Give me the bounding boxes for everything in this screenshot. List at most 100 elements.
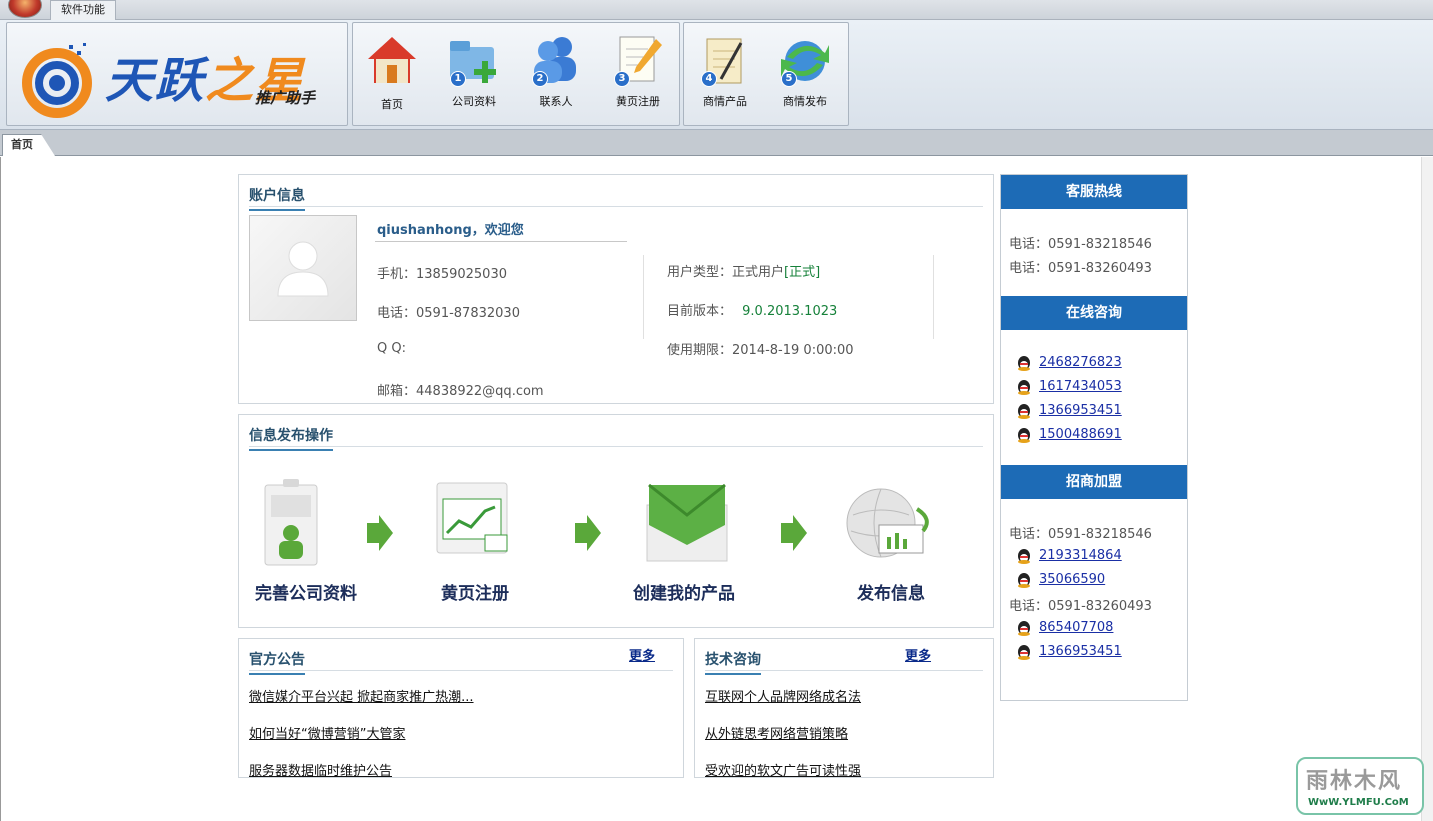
qq-penguin-icon	[1017, 620, 1031, 636]
news-link[interactable]: 微信媒介平台兴起 掀起商家推广热潮...	[249, 686, 474, 705]
step-label[interactable]: 创建我的产品	[633, 579, 735, 604]
contacts-icon: 2	[528, 33, 584, 87]
folder-add-icon: 1	[446, 33, 502, 87]
ribbon: 天跃之星 推广助手 首页 1 公司资料 2 联系人 3 黄页注册 4 商情产品 …	[0, 20, 1433, 130]
qq-contact-link[interactable]: 35066590	[1017, 572, 1105, 588]
qq-contact-link[interactable]: 1500488691	[1017, 427, 1122, 443]
home-label: 首页	[381, 98, 403, 111]
step-number-badge: 3	[614, 71, 630, 87]
yellow-pages-label: 黄页注册	[616, 95, 660, 108]
franchise-phone: 电话：0591-83260493	[1009, 599, 1152, 614]
online-consult-header: 在线咨询	[1001, 296, 1187, 330]
business-publish-label: 商情发布	[783, 95, 827, 108]
qq-penguin-icon	[1017, 379, 1031, 395]
news-link[interactable]: 从外链思考网络营销策略	[705, 723, 848, 742]
divider	[249, 670, 673, 671]
qq-field: Q Q:	[377, 341, 406, 356]
qq-penguin-icon	[1017, 644, 1031, 660]
qq-contact-link[interactable]: 1366953451	[1017, 403, 1122, 419]
news-link[interactable]: 服务器数据临时维护公告	[249, 760, 392, 779]
brand-logo-icon	[22, 43, 92, 118]
toolbar-group-main: 首页 1 公司资料 2 联系人 3 黄页注册	[352, 22, 680, 126]
home-icon	[368, 37, 416, 83]
step-label[interactable]: 完善公司资料	[255, 579, 357, 604]
vertical-scrollbar[interactable]	[1421, 157, 1433, 821]
news-link[interactable]: 受欢迎的软文广告可读性强	[705, 760, 861, 779]
tech-consult-panel: 技术咨询 更多 互联网个人品牌网络成名法 从外链思考网络营销策略 受欢迎的软文广…	[694, 638, 994, 779]
user-type-field: 用户类型：正式用户[正式]	[667, 265, 821, 280]
more-link[interactable]: 更多	[629, 645, 655, 664]
divider	[933, 255, 934, 339]
company-info-button[interactable]: 1 公司资料	[439, 29, 509, 119]
hotline-phone: 电话：0591-83218546	[1009, 237, 1152, 252]
phone-field: 电话：0591-87832030	[377, 306, 520, 321]
divider	[705, 670, 983, 671]
avatar	[249, 215, 357, 321]
yellow-pages-chart-icon[interactable]	[429, 475, 521, 571]
panel-title: 信息发布操作	[249, 425, 333, 451]
company-profile-icon[interactable]	[261, 475, 321, 571]
expiry-field: 使用期限：2014-8-19 0:00:00	[667, 343, 854, 358]
arrow-right-icon	[367, 515, 393, 551]
tab-home[interactable]: 首页	[2, 134, 55, 156]
notepad-icon: 4	[697, 33, 753, 87]
version-field: 目前版本： 9.0.2013.1023	[667, 304, 838, 319]
account-info-panel: 账户信息 qiushanhong，欢迎您 手机：13859025030 电话：0…	[238, 174, 994, 404]
qq-contact-link[interactable]: 865407708	[1017, 620, 1113, 636]
watermark-text: 雨林木风	[1306, 769, 1403, 794]
divider	[375, 241, 627, 242]
step-label[interactable]: 发布信息	[857, 579, 925, 604]
panel-title: 技术咨询	[705, 649, 761, 675]
arrow-right-icon	[575, 515, 601, 551]
news-link[interactable]: 如何当好“微博营销”大管家	[249, 723, 405, 742]
edit-page-icon: 3	[610, 33, 666, 87]
menu-bar: 软件功能	[0, 0, 1433, 20]
business-publish-button[interactable]: 5 商情发布	[770, 29, 840, 119]
qq-penguin-icon	[1017, 427, 1031, 443]
announcements-panel: 官方公告 更多 微信媒介平台兴起 掀起商家推广热潮... 如何当好“微博营销”大…	[238, 638, 684, 779]
publish-icon: 5	[777, 33, 833, 87]
home-button[interactable]: 首页	[357, 29, 427, 119]
step-number-badge: 5	[781, 71, 797, 87]
qq-contact-link[interactable]: 2468276823	[1017, 355, 1122, 371]
watermark-url: WwW.YLMFU.CoM	[1308, 797, 1409, 808]
more-link[interactable]: 更多	[905, 645, 931, 664]
logo-panel: 天跃之星 推广助手	[6, 22, 348, 126]
divider	[643, 255, 644, 339]
franchise-phone: 电话：0591-83218546	[1009, 527, 1152, 542]
brand-tagline: 推广助手	[255, 89, 316, 107]
business-products-label: 商情产品	[703, 95, 747, 108]
support-sidebar: 客服热线 电话：0591-83218546 电话：0591-83260493 在…	[1000, 174, 1188, 701]
arrow-right-icon	[781, 515, 807, 551]
news-link[interactable]: 互联网个人品牌网络成名法	[705, 686, 861, 705]
app-menu-button[interactable]	[8, 0, 42, 18]
qq-contact-link[interactable]: 2193314864	[1017, 548, 1122, 564]
step-number-badge: 1	[450, 71, 466, 87]
yellow-pages-button[interactable]: 3 黄页注册	[603, 29, 673, 119]
hotline-phone: 电话：0591-83260493	[1009, 261, 1152, 276]
company-info-label: 公司资料	[452, 95, 496, 108]
watermark-logo: 雨林木风 WwW.YLMFU.CoM	[1296, 757, 1424, 815]
contacts-label: 联系人	[539, 95, 573, 108]
toolbar-group-business: 4 商情产品 5 商情发布	[683, 22, 849, 126]
qq-contact-link[interactable]: 1617434053	[1017, 379, 1122, 395]
envelope-product-icon[interactable]	[639, 475, 735, 571]
globe-publish-icon[interactable]	[841, 475, 937, 571]
franchise-header: 招商加盟	[1001, 465, 1187, 499]
step-number-badge: 2	[532, 71, 548, 87]
qq-penguin-icon	[1017, 572, 1031, 588]
panel-title: 官方公告	[249, 649, 305, 675]
welcome-text: qiushanhong，欢迎您	[377, 223, 524, 238]
step-number-badge: 4	[701, 71, 717, 87]
panel-title: 账户信息	[249, 185, 305, 211]
qq-contact-link[interactable]: 1366953451	[1017, 644, 1122, 660]
business-products-button[interactable]: 4 商情产品	[690, 29, 760, 119]
divider	[249, 206, 983, 207]
email-field: 邮箱：44838922@qq.com	[377, 384, 544, 399]
publish-steps-panel: 信息发布操作 完善公司资料 黄页注册 创建我的产品 发布信息	[238, 414, 994, 628]
divider	[249, 446, 983, 447]
tab-software-functions[interactable]: 软件功能	[50, 0, 116, 20]
mobile-field: 手机：13859025030	[377, 267, 507, 282]
contacts-button[interactable]: 2 联系人	[521, 29, 591, 119]
step-label[interactable]: 黄页注册	[441, 579, 509, 604]
